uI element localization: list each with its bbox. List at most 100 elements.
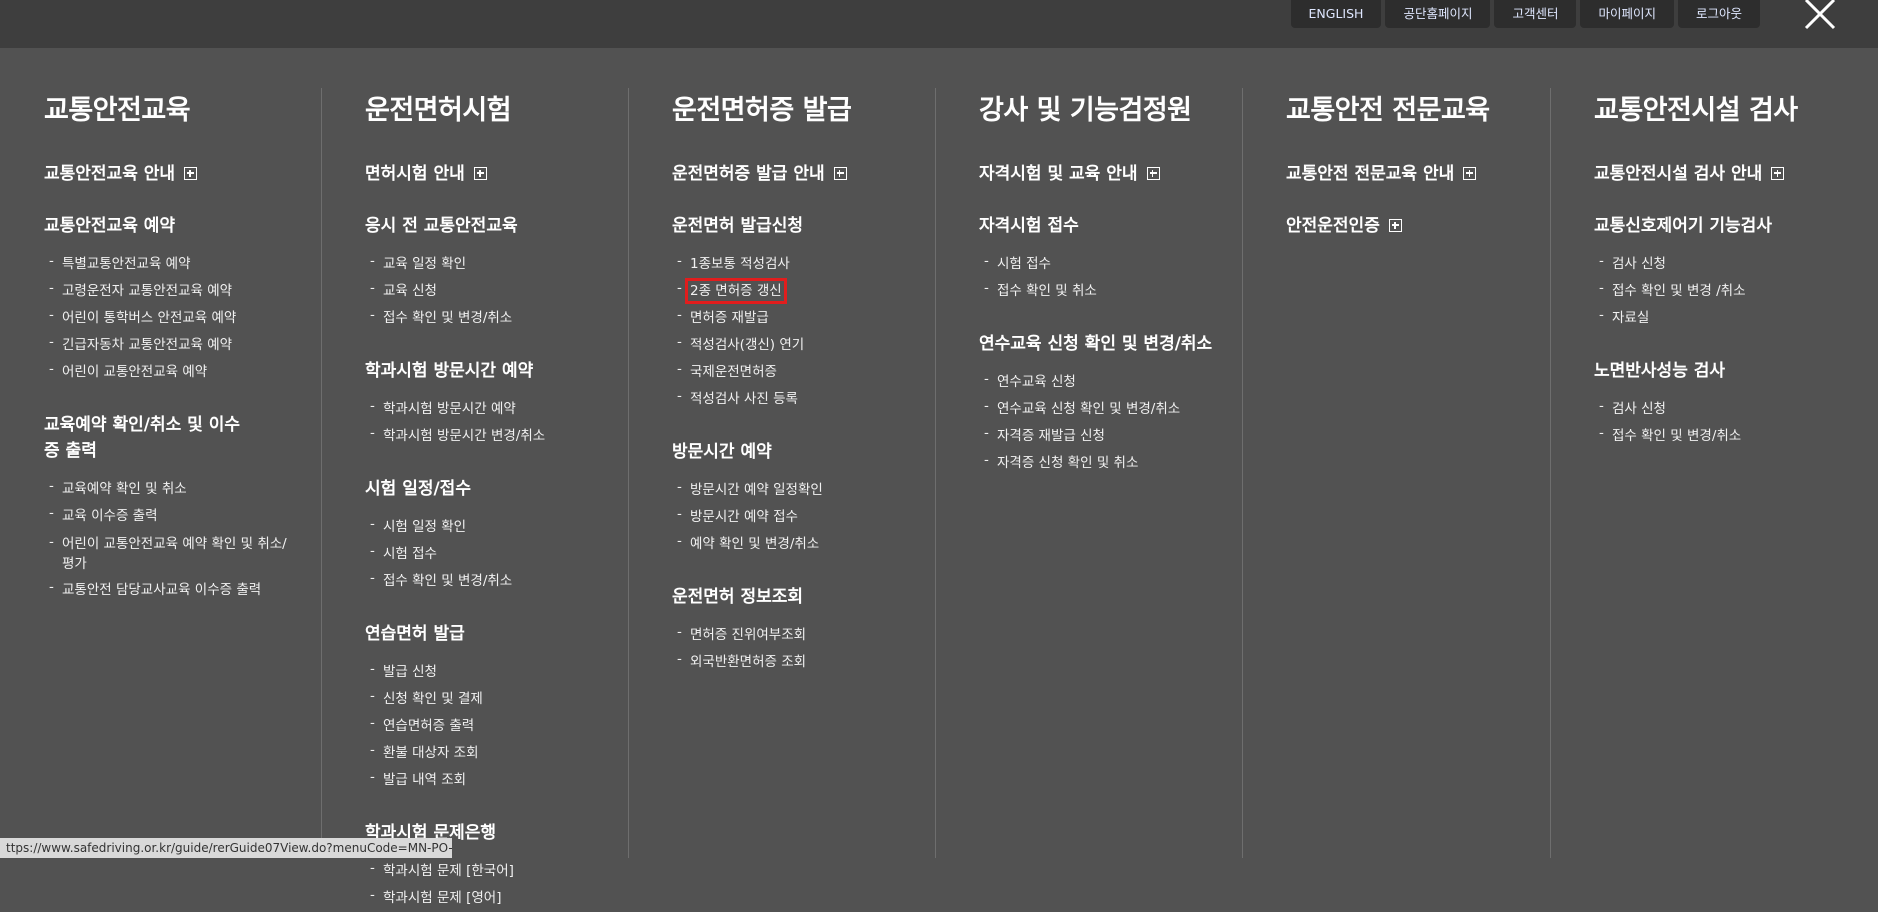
menu-item[interactable]: 어린이 통학버스 안전교육 예약 xyxy=(44,302,307,332)
menu-item[interactable]: 연습면허증 출력 xyxy=(365,710,628,740)
menu-item[interactable]: 국제운전면허증 xyxy=(672,356,935,386)
menu-item[interactable]: 접수 확인 및 변경 /취소 xyxy=(1594,275,1857,305)
menu-item[interactable]: 학과시험 문제 [한국어] xyxy=(365,855,628,885)
menu-item-label: 적성검사 사진 등록 xyxy=(690,391,798,407)
menu-section-title[interactable]: 방문시간 예약 xyxy=(672,439,935,465)
menu-sub-list: 교육 일정 확인교육 신청접수 확인 및 변경/취소 xyxy=(365,248,628,332)
menu-item-label: 방문시간 예약 일정확인 xyxy=(690,482,823,498)
menu-item[interactable]: 고령운전자 교통안전교육 예약 xyxy=(44,275,307,305)
menu-item[interactable]: 학과시험 방문시간 예약 xyxy=(365,393,628,423)
menu-section-title[interactable]: 교통안전교육 예약 xyxy=(44,213,307,239)
menu-section-title[interactable]: 교육예약 확인/취소 및 이수증 출력 xyxy=(44,412,244,464)
menu-item-label: 접수 확인 및 변경/취소 xyxy=(383,310,513,326)
menu-item[interactable]: 학과시험 문제 [영어] xyxy=(365,882,628,912)
plus-box-icon[interactable] xyxy=(184,167,198,180)
menu-item[interactable]: 적성검사 사진 등록 xyxy=(672,383,935,413)
menu-section-title[interactable]: 운전면허증 발급 안내 xyxy=(672,161,935,187)
menu-column-title[interactable]: 교통안전 전문교육 xyxy=(1286,88,1549,127)
menu-item[interactable]: 적성검사(갱신) 연기 xyxy=(672,329,935,359)
menu-section-title[interactable]: 교통신호제어기 기능검사 xyxy=(1594,213,1857,239)
menu-sub-list: 학과시험 방문시간 예약학과시험 방문시간 변경/취소 xyxy=(365,393,628,450)
menu-item[interactable]: 면허증 진위여부조회 xyxy=(672,619,935,649)
close-icon[interactable] xyxy=(1802,0,1838,30)
top-link-mypage[interactable]: 마이페이지 xyxy=(1580,0,1674,28)
menu-section-title[interactable]: 자격시험 접수 xyxy=(979,213,1242,239)
menu-section-label: 운전면허 발급신청 xyxy=(672,216,804,236)
menu-section-title[interactable]: 연습면허 발급 xyxy=(365,621,628,647)
menu-column-title[interactable]: 강사 및 기능검정원 xyxy=(979,88,1242,127)
menu-item[interactable]: 긴급자동차 교통안전교육 예약 xyxy=(44,329,307,359)
menu-section-title[interactable]: 안전운전인증 xyxy=(1286,213,1549,239)
menu-item[interactable]: 발급 내역 조회 xyxy=(365,764,628,794)
menu-section-title[interactable]: 교통안전교육 안내 xyxy=(44,161,307,187)
menu-item[interactable]: 발급 신청 xyxy=(365,656,628,686)
plus-box-icon[interactable] xyxy=(1388,219,1402,232)
plus-box-icon[interactable] xyxy=(1146,167,1160,180)
menu-item[interactable]: 자료실 xyxy=(1594,302,1857,332)
menu-item[interactable]: 2종 면허증 갱신 xyxy=(672,275,935,305)
menu-item[interactable]: 교육 신청 xyxy=(365,275,628,305)
top-link-homepage[interactable]: 공단홈페이지 xyxy=(1385,0,1491,28)
menu-item[interactable]: 검사 신청 xyxy=(1594,393,1857,423)
menu-section-title[interactable]: 연수교육 신청 확인 및 변경/취소 xyxy=(979,331,1242,357)
menu-item[interactable]: 시험 접수 xyxy=(979,248,1242,278)
menu-item[interactable]: 어린이 교통안전교육 예약 xyxy=(44,356,307,386)
menu-item-label: 학과시험 문제 [영어] xyxy=(383,890,502,906)
menu-section-title[interactable]: 응시 전 교통안전교육 xyxy=(365,213,628,239)
menu-item[interactable]: 자격증 신청 확인 및 취소 xyxy=(979,447,1242,477)
menu-section-title[interactable]: 시험 일정/접수 xyxy=(365,476,628,502)
menu-item[interactable]: 시험 접수 xyxy=(365,538,628,568)
plus-box-icon[interactable] xyxy=(1463,167,1477,180)
menu-section-title[interactable]: 운전면허 발급신청 xyxy=(672,213,935,239)
plus-box-icon[interactable] xyxy=(473,167,487,180)
menu-item[interactable]: 어린이 교통안전교육 예약 확인 및 취소/평가 xyxy=(44,530,292,577)
menu-sub-list: 교육예약 확인 및 취소교육 이수증 출력어린이 교통안전교육 예약 확인 및 … xyxy=(44,473,307,604)
menu-item[interactable]: 교육 일정 확인 xyxy=(365,248,628,278)
menu-item[interactable]: 접수 확인 및 변경/취소 xyxy=(365,302,628,332)
top-link-logout[interactable]: 로그아웃 xyxy=(1677,0,1760,28)
menu-item[interactable]: 연수교육 신청 xyxy=(979,366,1242,396)
menu-item-label: 긴급자동차 교통안전교육 예약 xyxy=(62,337,233,353)
menu-item[interactable]: 외국반환면허증 조회 xyxy=(672,646,935,676)
plus-box-icon[interactable] xyxy=(1771,167,1785,180)
menu-item[interactable]: 1종보통 적성검사 xyxy=(672,248,935,278)
menu-item[interactable]: 면허증 재발급 xyxy=(672,302,935,332)
menu-item[interactable]: 검사 신청 xyxy=(1594,248,1857,278)
menu-section-title[interactable]: 면허시험 안내 xyxy=(365,161,628,187)
menu-section-title[interactable]: 학과시험 방문시간 예약 xyxy=(365,358,628,384)
menu-section-title[interactable]: 자격시험 및 교육 안내 xyxy=(979,161,1242,187)
menu-item[interactable]: 접수 확인 및 변경/취소 xyxy=(365,565,628,595)
menu-item[interactable]: 환불 대상자 조회 xyxy=(365,737,628,767)
menu-item[interactable]: 방문시간 예약 일정확인 xyxy=(672,474,935,504)
menu-item[interactable]: 자격증 재발급 신청 xyxy=(979,420,1242,450)
menu-section-title[interactable]: 교통안전시설 검사 안내 xyxy=(1594,161,1857,187)
menu-item[interactable]: 교육 이수증 출력 xyxy=(44,500,307,530)
menu-column-title[interactable]: 운전면허시험 xyxy=(365,88,628,127)
menu-item[interactable]: 학과시험 방문시간 변경/취소 xyxy=(365,420,628,450)
menu-column-title[interactable]: 교통안전교육 xyxy=(44,88,307,127)
menu-item[interactable]: 시험 일정 확인 xyxy=(365,511,628,541)
top-links: ENGLISH 공단홈페이지 고객센터 마이페이지 로그아웃 xyxy=(1290,0,1760,28)
menu-item[interactable]: 교육예약 확인 및 취소 xyxy=(44,473,307,503)
menu-sub-list: 면허증 진위여부조회외국반환면허증 조회 xyxy=(672,619,935,676)
menu-item[interactable]: 연수교육 신청 확인 및 변경/취소 xyxy=(979,393,1242,423)
menu-item[interactable]: 특별교통안전교육 예약 xyxy=(44,248,307,278)
menu-column-title[interactable]: 운전면허증 발급 xyxy=(672,88,935,127)
menu-column-title[interactable]: 교통안전시설 검사 xyxy=(1594,88,1857,127)
mega-menu: 교통안전교육교통안전교육 안내교통안전교육 예약특별교통안전교육 예약고령운전자… xyxy=(0,48,1878,909)
menu-item[interactable]: 접수 확인 및 취소 xyxy=(979,275,1242,305)
menu-section-title[interactable]: 교통안전 전문교육 안내 xyxy=(1286,161,1549,187)
menu-section-title[interactable]: 노면반사성능 검사 xyxy=(1594,358,1857,384)
menu-item[interactable]: 접수 확인 및 변경/취소 xyxy=(1594,420,1857,450)
menu-item[interactable]: 예약 확인 및 변경/취소 xyxy=(672,528,935,558)
top-link-english[interactable]: ENGLISH xyxy=(1290,0,1382,28)
menu-section-title[interactable]: 운전면허 정보조회 xyxy=(672,584,935,610)
menu-item[interactable]: 방문시간 예약 접수 xyxy=(672,501,935,531)
menu-section-label: 교육예약 확인/취소 및 이수증 출력 xyxy=(44,415,241,461)
menu-item[interactable]: 교통안전 담당교사교육 이수증 출력 xyxy=(44,574,307,604)
top-link-customer-center[interactable]: 고객센터 xyxy=(1494,0,1577,28)
menu-item-label: 특별교통안전교육 예약 xyxy=(62,256,191,272)
plus-box-icon[interactable] xyxy=(833,167,847,180)
menu-item[interactable]: 신청 확인 및 결제 xyxy=(365,683,628,713)
menu-item-label: 시험 접수 xyxy=(383,546,437,562)
